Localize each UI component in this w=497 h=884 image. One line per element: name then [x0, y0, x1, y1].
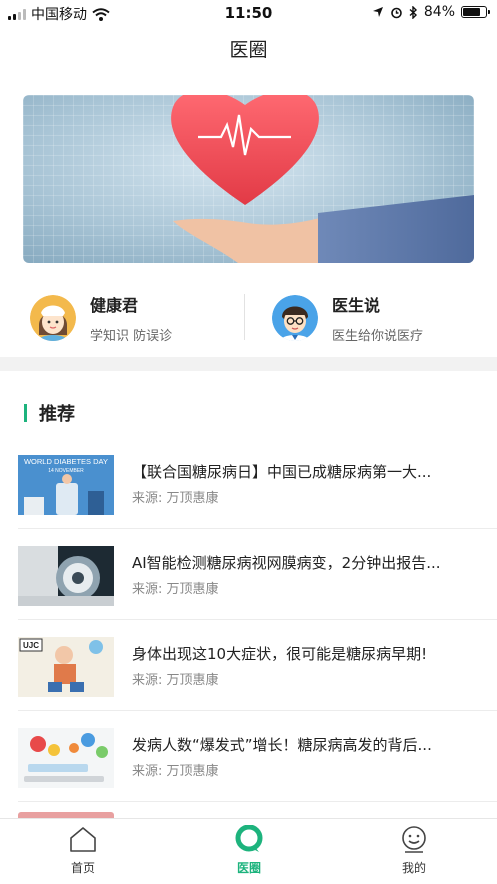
article-source: 来源: 万顶惠康 — [132, 582, 219, 597]
channel-yishengshuo[interactable]: 医生说 医生给你说医疗 — [272, 292, 423, 344]
divider — [18, 528, 497, 529]
divider — [18, 619, 497, 620]
list-item[interactable]: UJC 身体出现这10大症状，很可能是糖尿病早期! 来源: 万顶惠康 — [0, 637, 497, 727]
doctor-avatar-icon — [272, 295, 318, 341]
divider — [18, 710, 497, 711]
nurse-avatar-icon — [30, 295, 76, 341]
article-thumbnail: WORLD DIABETES DAY 14 NOVEMBER — [18, 455, 114, 515]
article-source: 来源: 万顶惠康 — [132, 491, 219, 506]
profile-icon — [399, 825, 429, 853]
article-title: 身体出现这10大症状，很可能是糖尿病早期! — [132, 645, 428, 663]
tab-bar: 首页 医圈 我的 — [0, 818, 497, 884]
status-bar: 中国移动 11:50 84% — [0, 0, 497, 26]
divider — [244, 294, 245, 340]
channel-title: 医生说 — [332, 296, 381, 315]
thumb-date: 14 NOVEMBER — [48, 468, 84, 474]
thumb-heading: WORLD DIABETES DAY — [24, 457, 108, 466]
home-icon — [68, 825, 98, 853]
circle-bubble-icon — [234, 824, 264, 853]
section-gap — [0, 357, 497, 371]
article-title: 发病人数“爆发式”增长！糖尿病高发的背后... — [132, 736, 432, 754]
tab-label: 首页 — [70, 861, 95, 875]
article-source: 来源: 万顶惠康 — [132, 764, 219, 779]
location-arrow-icon — [372, 7, 383, 17]
section-accent-bar — [24, 404, 27, 422]
channel-jiankangjun[interactable]: 健康君 学知识 防误诊 — [30, 292, 172, 344]
battery-icon — [461, 6, 490, 18]
article-thumbnail — [18, 728, 114, 788]
section-title: 推荐 — [39, 404, 75, 425]
article-thumbnail: UJC — [18, 637, 114, 697]
bluetooth-icon — [409, 5, 417, 19]
channel-subtitle: 学知识 防误诊 — [90, 329, 173, 344]
banner-illustration — [171, 95, 474, 263]
list-item[interactable]: AI智能检测糖尿病视网膜病变，2分钟出报告... 来源: 万顶惠康 — [0, 546, 497, 636]
list-item[interactable]: 发病人数“爆发式”增长！糖尿病高发的背后... 来源: 万顶惠康 — [0, 728, 497, 818]
status-right: 84% — [372, 4, 490, 20]
banner-carousel[interactable] — [23, 95, 474, 263]
channel-title: 健康君 — [90, 296, 139, 315]
alarm-icon — [391, 7, 402, 18]
article-title: 【联合国糖尿病日】中国已成糖尿病第一大... — [132, 463, 432, 481]
article-thumbnail — [18, 546, 114, 606]
divider — [18, 801, 497, 802]
channel-subtitle: 医生给你说医疗 — [332, 329, 424, 344]
tab-label: 我的 — [401, 861, 426, 875]
page-title: 医圈 — [229, 39, 268, 61]
list-item[interactable]: WORLD DIABETES DAY 14 NOVEMBER 【联合国糖尿病日】… — [0, 455, 497, 545]
channel-row: 健康君 学知识 防误诊 医生说 医生给你说医疗 — [0, 280, 497, 355]
article-source: 来源: 万顶惠康 — [132, 673, 219, 688]
tab-yiquan[interactable]: 医圈 — [214, 824, 284, 876]
thumb-logo-text: UJC — [23, 641, 39, 650]
tab-mine[interactable]: 我的 — [379, 825, 449, 876]
tab-label: 医圈 — [236, 861, 261, 875]
battery-percent: 84% — [423, 4, 455, 20]
tab-home[interactable]: 首页 — [48, 825, 118, 876]
article-title: AI智能检测糖尿病视网膜病变，2分钟出报告... — [132, 554, 441, 572]
section-header-recommend: 推荐 — [24, 400, 75, 426]
